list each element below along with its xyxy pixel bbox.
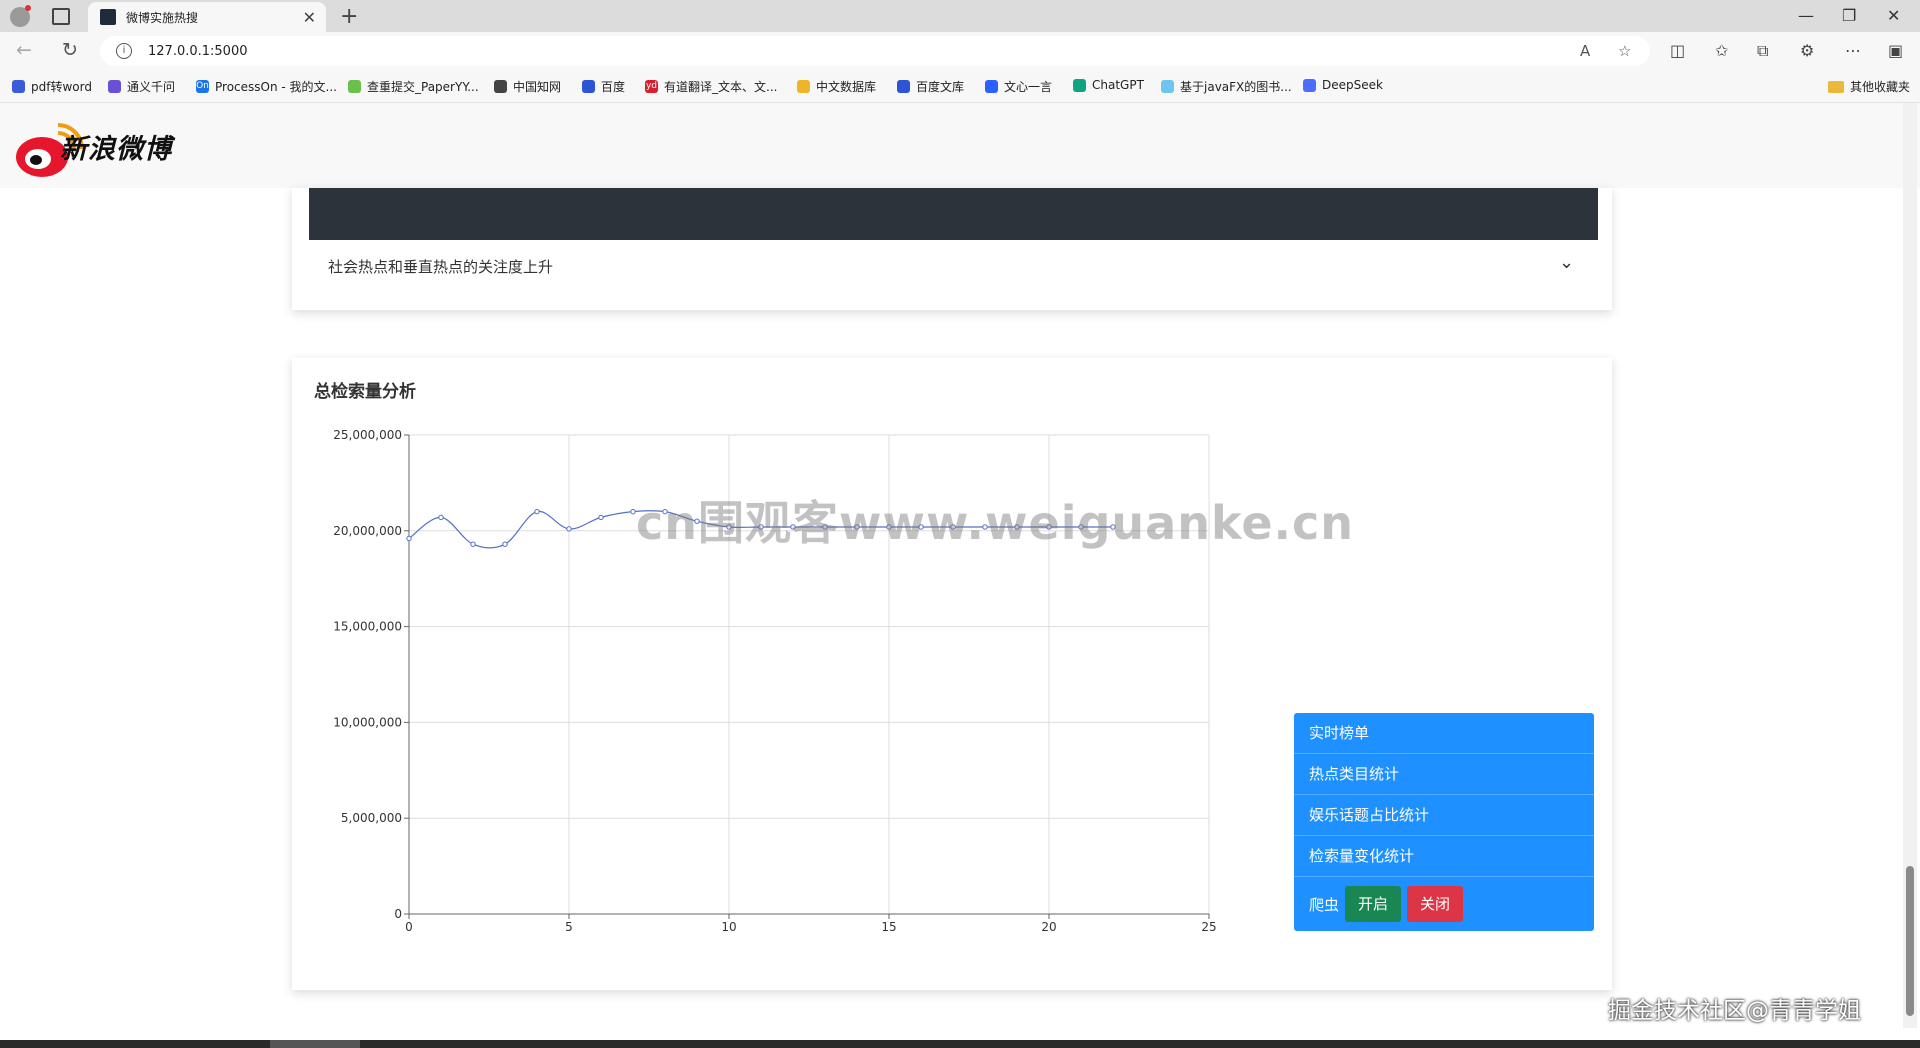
x-tick-label: 20 xyxy=(1041,920,1056,934)
split-screen-icon[interactable]: ◫ xyxy=(1670,41,1685,60)
notification-dot-icon xyxy=(25,5,31,11)
bookmark-icon xyxy=(1303,78,1316,92)
url-text[interactable]: 127.0.0.1:5000 xyxy=(148,44,248,59)
bookmark-icon xyxy=(985,80,998,93)
y-tick-label: 20,000,000 xyxy=(333,524,402,538)
bookmark-icon xyxy=(12,80,25,93)
y-tick-label: 25,000,000 xyxy=(333,428,402,442)
bookmarks-bar: pdf转word 通义千问 On ProcessOn - 我的文... 查重提交_… xyxy=(0,70,1920,103)
favorites-icon[interactable]: ✩ xyxy=(1715,41,1728,60)
y-tick-label: 5,000,000 xyxy=(341,811,402,825)
nav-item-entertainment-ratio[interactable]: 娱乐话题占比统计 xyxy=(1294,795,1594,836)
site-info-icon[interactable]: i xyxy=(116,43,132,59)
bookmark-item[interactable]: 中国知网 xyxy=(494,78,561,95)
bookmark-item[interactable]: On ProcessOn - 我的文... xyxy=(196,78,337,95)
y-tick-label: 0 xyxy=(394,907,402,921)
more-menu-icon[interactable]: ⋯ xyxy=(1845,41,1861,60)
minimize-icon[interactable]: — xyxy=(1798,6,1814,25)
hot-topic-card: 社会热点和垂直热点的关注度上升 ⌄ xyxy=(292,188,1612,310)
crawler-controls: 爬虫 开启 关闭 xyxy=(1294,877,1594,931)
bookmark-item[interactable]: DeepSeek xyxy=(1303,78,1383,92)
data-point xyxy=(406,535,412,542)
sidebar-toggle-icon[interactable]: ▣ xyxy=(1888,41,1903,60)
data-point xyxy=(438,514,444,521)
window-close-icon[interactable]: ✕ xyxy=(1887,6,1900,25)
bookmark-item[interactable]: 通义千问 xyxy=(108,78,175,95)
close-tab-icon[interactable]: ✕ xyxy=(303,8,316,27)
floating-nav-menu: 实时榜单 热点类目统计 娱乐话题占比统计 检索量变化统计 爬虫 开启 关闭 xyxy=(1294,713,1594,931)
bookmark-item[interactable]: 百度文库 xyxy=(897,78,964,95)
bookmark-item[interactable]: 百度 xyxy=(582,78,625,95)
data-point xyxy=(534,508,540,515)
bookmark-item[interactable]: 基于javaFX的图书... xyxy=(1161,78,1292,95)
x-tick-label: 0 xyxy=(405,920,413,934)
tab-title: 微博实施热搜 xyxy=(126,10,199,25)
bookmark-item[interactable]: 文心一言 xyxy=(985,78,1052,95)
x-tick-label: 25 xyxy=(1201,920,1216,934)
credit-watermark: 掘金技术社区@青青学姐 xyxy=(1608,998,1861,1024)
data-point xyxy=(598,514,604,521)
refresh-icon[interactable]: ↻ xyxy=(62,39,78,61)
scrollbar-thumb[interactable] xyxy=(1906,866,1914,1016)
bookmark-icon xyxy=(897,80,910,93)
browser-tab[interactable]: 微博实施热搜 ✕ xyxy=(88,2,326,32)
taskbar-segment xyxy=(270,1040,360,1048)
back-icon[interactable]: ← xyxy=(16,39,32,61)
folder-icon xyxy=(1827,80,1844,93)
bookmark-item[interactable]: pdf转word xyxy=(12,78,92,95)
bookmark-icon xyxy=(1073,78,1086,92)
address-bar[interactable]: i 127.0.0.1:5000 A ☆ xyxy=(100,36,1650,66)
x-tick-label: 10 xyxy=(721,920,736,934)
bookmark-item[interactable]: 中文数据库 xyxy=(797,78,876,95)
bookmark-item[interactable]: yd 有道翻译_文本、文... xyxy=(645,78,777,95)
y-tick-label: 15,000,000 xyxy=(333,620,402,634)
restore-icon[interactable]: ❐ xyxy=(1842,6,1856,25)
site-header: 新浪微博 xyxy=(0,103,1920,188)
card-banner xyxy=(309,188,1598,240)
bookmark-icon xyxy=(582,80,595,93)
nav-item-realtime-list[interactable]: 实时榜单 xyxy=(1294,713,1594,754)
watermark-text: cn围观客www.weiguanke.cn xyxy=(636,496,1355,550)
chevron-down-icon[interactable]: ⌄ xyxy=(1559,252,1574,273)
bookmark-icon: On xyxy=(196,80,209,93)
bookmark-icon xyxy=(797,80,810,93)
browser-nav-bar: ← ↻ i 127.0.0.1:5000 A ☆ ◫ ✩ ⧉ ⚙ ⋯ ▣ xyxy=(0,32,1920,70)
bookmark-icon: yd xyxy=(645,80,658,93)
logo-text: 新浪微博 xyxy=(60,134,172,165)
extensions-icon[interactable]: ⚙ xyxy=(1800,41,1814,60)
new-tab-icon[interactable]: + xyxy=(340,4,358,29)
read-aloud-icon[interactable]: A xyxy=(1580,42,1590,60)
x-tick-label: 15 xyxy=(881,920,896,934)
page-viewport: 新浪微博 社会热点和垂直热点的关注度上升 ⌄ 总检索量分析 0 5,000,000… xyxy=(0,103,1920,1040)
favorite-star-icon[interactable]: ☆ xyxy=(1618,42,1631,60)
data-point xyxy=(630,508,636,515)
data-point xyxy=(470,541,476,547)
x-tick-label: 5 xyxy=(565,920,573,934)
tab-actions-icon[interactable] xyxy=(52,8,70,25)
other-favorites-folder[interactable]: 其他收藏夹 xyxy=(1827,78,1910,95)
tab-favicon-icon xyxy=(100,9,116,25)
bookmark-icon xyxy=(348,80,361,93)
crawler-label: 爬虫 xyxy=(1309,895,1340,914)
bookmark-icon xyxy=(1161,80,1174,93)
browser-tab-bar: 微博实施热搜 ✕ + — ❐ ✕ xyxy=(0,0,1920,32)
nav-item-search-volume-stats[interactable]: 检索量变化统计 xyxy=(1294,836,1594,877)
y-tick-label: 10,000,000 xyxy=(333,715,402,729)
taskbar-strip xyxy=(0,1040,1920,1048)
collections-icon[interactable]: ⧉ xyxy=(1757,41,1768,61)
crawler-stop-button[interactable]: 关闭 xyxy=(1407,886,1464,922)
bookmark-item[interactable]: 查重提交_PaperYY... xyxy=(348,78,479,95)
data-point xyxy=(502,541,508,547)
accordion-item-text[interactable]: 社会热点和垂直热点的关注度上升 xyxy=(328,256,553,277)
bookmark-item[interactable]: ChatGPT xyxy=(1073,78,1144,92)
nav-item-hot-category-stats[interactable]: 热点类目统计 xyxy=(1294,754,1594,795)
data-point xyxy=(566,526,572,532)
crawler-start-button[interactable]: 开启 xyxy=(1345,886,1402,922)
bookmark-icon xyxy=(494,80,507,93)
bookmark-icon xyxy=(108,80,121,93)
